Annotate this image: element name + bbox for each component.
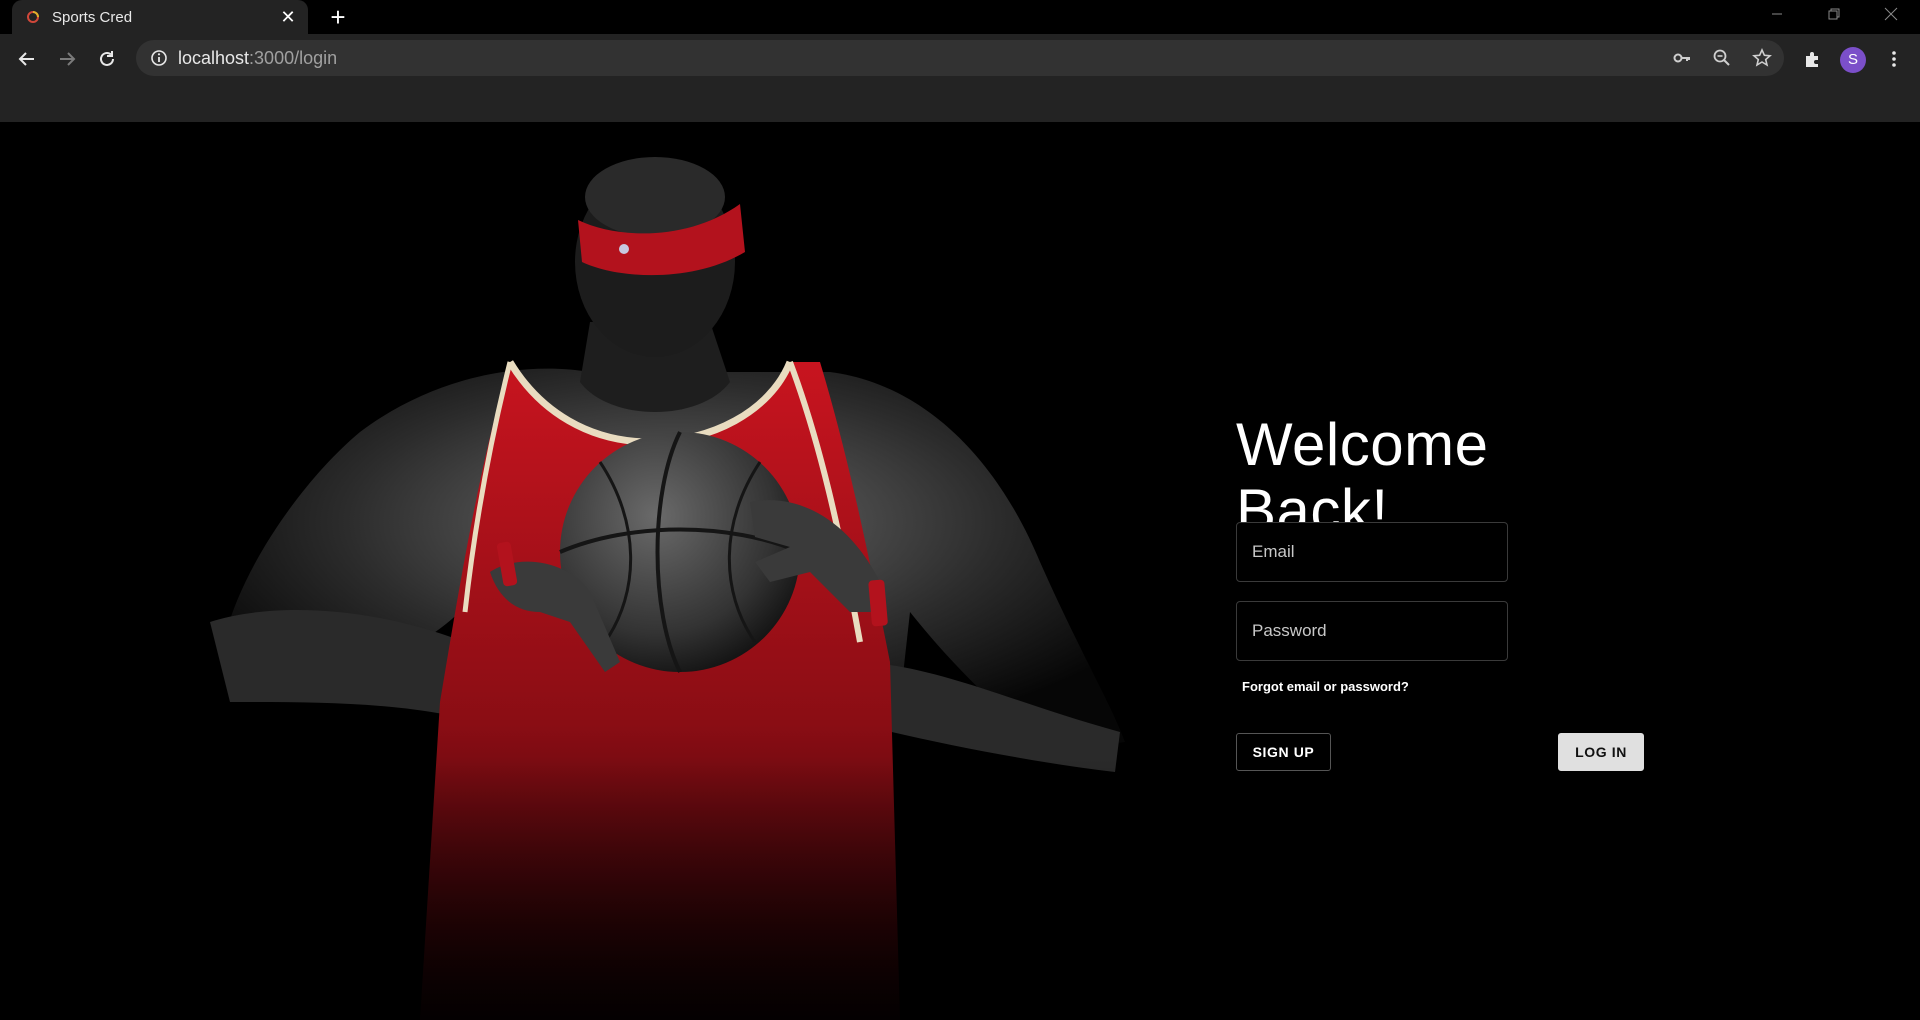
password-field[interactable] <box>1236 601 1508 661</box>
site-favicon-icon <box>27 11 39 23</box>
sign-up-button[interactable]: SIGN UP <box>1236 733 1331 771</box>
bookmark-star-icon[interactable] <box>1752 48 1772 68</box>
login-form: Welcome Back! Forgot email or password? … <box>1236 412 1656 771</box>
browser-menu-icon[interactable] <box>1879 44 1909 74</box>
tab-title: Sports Cred <box>52 8 133 26</box>
login-page: Welcome Back! Forgot email or password? … <box>0 122 1920 1020</box>
site-info-icon[interactable] <box>150 49 168 67</box>
minimize-window-icon[interactable] <box>1748 0 1806 28</box>
reload-icon[interactable] <box>92 44 122 74</box>
basketball-player-image <box>210 142 1130 1020</box>
forgot-credentials-link[interactable]: Forgot email or password? <box>1242 679 1409 694</box>
email-field[interactable] <box>1236 522 1508 582</box>
zoom-out-icon[interactable] <box>1712 48 1732 68</box>
address-bar[interactable]: localhost:3000/login <box>136 40 1784 76</box>
bookmark-bar <box>0 84 1920 123</box>
forward-icon[interactable] <box>52 44 82 74</box>
back-icon[interactable] <box>12 44 42 74</box>
tab-close-icon[interactable]: ✕ <box>278 7 298 27</box>
key-icon[interactable] <box>1672 48 1692 68</box>
log-in-button[interactable]: LOG IN <box>1558 733 1644 771</box>
url-path: :3000/login <box>249 48 338 68</box>
tab-strip: Sports Cred ✕ + <box>0 0 1920 34</box>
new-tab-button[interactable]: + <box>324 4 352 32</box>
restore-window-icon[interactable] <box>1805 0 1863 28</box>
profile-avatar[interactable]: S <box>1840 47 1866 73</box>
browser-tab[interactable]: Sports Cred ✕ <box>12 0 308 34</box>
url-text[interactable]: localhost:3000/login <box>178 48 337 69</box>
browser-toolbar: localhost:3000/login S <box>0 34 1920 84</box>
close-window-icon[interactable] <box>1862 0 1920 28</box>
extensions-icon[interactable] <box>1797 44 1827 74</box>
url-host: localhost <box>178 48 250 68</box>
